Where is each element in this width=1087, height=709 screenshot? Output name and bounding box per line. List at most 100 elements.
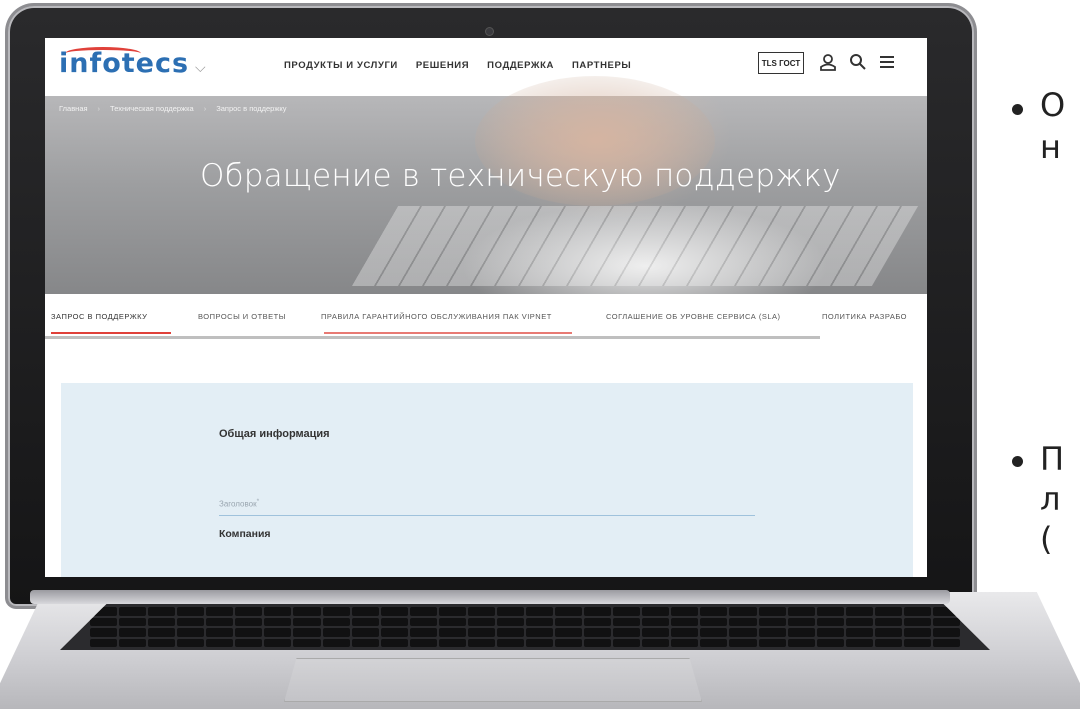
keyboard-key (903, 607, 931, 616)
keyboard-key (293, 638, 321, 647)
keyboard-key (206, 617, 234, 626)
keyboard-key (206, 607, 234, 616)
keyboard-key (874, 628, 902, 637)
page-title: Обращение в техническую поддержку (200, 158, 841, 194)
tls-gost-button[interactable]: TLS ГОСТ (758, 52, 804, 74)
keyboard-key (526, 638, 554, 647)
camera-icon (486, 28, 493, 35)
nav-item-products[interactable]: ПРОДУКТЫ И УСЛУГИ (284, 60, 398, 71)
keyboard-key (438, 628, 466, 637)
keyboard-key (787, 607, 815, 616)
keyboard-key (729, 638, 757, 647)
keyboard-key (642, 628, 670, 637)
keyboard-key (729, 617, 757, 626)
keyboard-key (671, 628, 699, 637)
nav-item-partners[interactable]: ПАРТНЕРЫ (572, 60, 631, 71)
keyboard-key (380, 607, 408, 616)
keyboard-key (555, 617, 583, 626)
keyboard-key (235, 617, 263, 626)
keyboard-key (119, 617, 147, 626)
keyboard-key (903, 628, 931, 637)
keyboard-key (787, 617, 815, 626)
keyboard-key (845, 617, 873, 626)
keyboard-key (787, 628, 815, 637)
bullet-dot (1012, 456, 1023, 467)
keyboard-key (816, 607, 844, 616)
search-icon[interactable] (847, 51, 869, 73)
keyboard-key (264, 628, 292, 637)
keyboard-key (322, 607, 350, 616)
keyboard-key (409, 617, 437, 626)
keyboard-key (467, 607, 495, 616)
keyboard-key (264, 607, 292, 616)
keyboard-key (293, 628, 321, 637)
keyboard-key (409, 628, 437, 637)
keyboard-key (148, 617, 176, 626)
keyboard-key (845, 638, 873, 647)
keyboard-key (206, 638, 234, 647)
keyboard-key (90, 628, 118, 637)
keyboard-key (671, 638, 699, 647)
keyboard-key (613, 607, 641, 616)
keyboard-key (438, 607, 466, 616)
tab-dev-policy[interactable]: ПОЛИТИКА РАЗРАБО (822, 312, 907, 321)
keyboard-key (816, 617, 844, 626)
keyboard-key (642, 617, 670, 626)
bullet-1-line-2: н (1040, 128, 1061, 166)
keyboard-key (264, 638, 292, 647)
keyboard-key (264, 617, 292, 626)
menu-icon[interactable] (876, 51, 898, 73)
keyboard-key (293, 617, 321, 626)
section-company: Компания (219, 528, 271, 540)
keyboard-key (555, 607, 583, 616)
nav-item-solutions[interactable]: РЕШЕНИЯ (416, 60, 469, 71)
keyboard-key (409, 607, 437, 616)
keyboard-key (90, 617, 118, 626)
keyboard-key (148, 638, 176, 647)
keyboard-key (932, 638, 960, 647)
keyboard-key (496, 607, 524, 616)
nav-item-support[interactable]: ПОДДЕРЖКА (487, 60, 554, 71)
keyboard-key (816, 628, 844, 637)
chevron-down-icon[interactable]: ⌵ (195, 59, 206, 76)
keyboard-key (874, 607, 902, 616)
tab-support-request[interactable]: ЗАПРОС В ПОДДЕРЖКУ (51, 312, 147, 321)
title-field[interactable] (219, 515, 755, 516)
bullet-1-line-1: О (1040, 86, 1066, 124)
breadcrumb-tech-support[interactable]: Техническая поддержка (110, 104, 194, 113)
keyboard-key (932, 628, 960, 637)
keyboard-key (845, 628, 873, 637)
keyboard-key (526, 628, 554, 637)
keyboard-key (642, 638, 670, 647)
tab-active-indicator (51, 332, 171, 334)
keyboard-key (758, 638, 786, 647)
user-icon[interactable] (817, 51, 839, 73)
laptop-screen: infotecs ⌵ ПРОДУКТЫ И УСЛУГИ РЕШЕНИЯ ПОД… (45, 38, 927, 577)
tab-faq[interactable]: ВОПРОСЫ И ОТВЕТЫ (198, 312, 286, 321)
keyboard-key (700, 607, 728, 616)
tab-warranty-rules[interactable]: ПРАВИЛА ГАРАНТИЙНОГО ОБСЛУЖИВАНИЯ ПАК VI… (321, 312, 552, 321)
keyboard-key (322, 617, 350, 626)
keyboard-key (322, 638, 350, 647)
site-logo[interactable]: infotecs (59, 48, 189, 79)
keyboard-key (177, 628, 205, 637)
keyboard-key (874, 638, 902, 647)
keyboard-key (380, 638, 408, 647)
keyboard-key (613, 638, 641, 647)
tabs-scrollbar[interactable] (45, 336, 820, 339)
keyboard-key (729, 607, 757, 616)
breadcrumb-home[interactable]: Главная (59, 104, 88, 113)
keyboard-key (584, 607, 612, 616)
site-header: infotecs ⌵ ПРОДУКТЫ И УСЛУГИ РЕШЕНИЯ ПОД… (45, 38, 927, 97)
breadcrumb-separator: › (203, 104, 207, 113)
breadcrumb: Главная › Техническая поддержка › Запрос… (59, 104, 287, 113)
tab-sla[interactable]: СОГЛАШЕНИЕ ОБ УРОВНЕ СЕРВИСА (SLA) (606, 312, 781, 321)
keyboard-key (671, 617, 699, 626)
keyboard-key (206, 628, 234, 637)
keyboard-key (409, 638, 437, 647)
keyboard-key (380, 628, 408, 637)
keyboard-key (555, 638, 583, 647)
keyboard-key (235, 607, 263, 616)
title-field-placeholder[interactable]: Заголовок* (219, 498, 259, 509)
keyboard-key (903, 617, 931, 626)
